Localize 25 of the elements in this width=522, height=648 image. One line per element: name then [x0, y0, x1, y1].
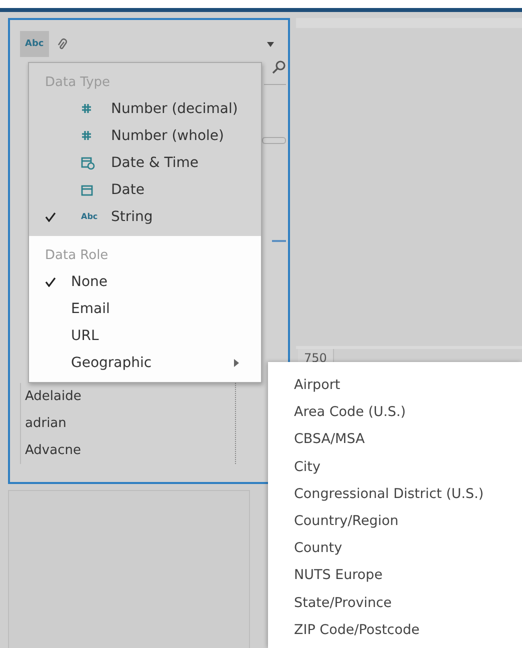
menu-item[interactable]: Area Code (U.S.) [268, 399, 522, 426]
menu-item[interactable]: City [268, 454, 522, 481]
menu-heading: Data Role [44, 247, 110, 265]
menu-item[interactable]: ZIP Code/Postcode [268, 616, 522, 644]
menu-item[interactable]: URL [29, 322, 261, 349]
menu-item[interactable]: NUTS Europe [268, 562, 522, 590]
value-item[interactable]: adrian [21, 410, 235, 437]
text-type-icon: Abc [81, 212, 98, 221]
value-item[interactable]: Advacne [21, 437, 235, 464]
menu-item[interactable]: Country/Region [268, 508, 522, 536]
menu-item[interactable]: Number (decimal) [29, 95, 261, 122]
menu-item[interactable]: Date & Time [29, 149, 261, 176]
menu-item[interactable]: Number (whole) [29, 122, 261, 149]
menu-item[interactable]: Abc String [29, 203, 261, 230]
menu-item[interactable]: County [268, 535, 522, 562]
menu-item[interactable]: Geographic [29, 349, 261, 376]
menu-item[interactable]: CBSA/MSA [268, 426, 522, 454]
value-item[interactable]: Adelaide [21, 383, 235, 410]
menu-item[interactable]: Email [29, 295, 261, 322]
menu-item[interactable]: None [29, 268, 261, 295]
menu-heading: Data Type [44, 74, 112, 92]
menu-item[interactable]: Date [29, 176, 261, 203]
menu-item[interactable]: State/Province [268, 590, 522, 617]
menu-item[interactable]: Airport [268, 372, 522, 400]
menu-item[interactable]: Congressional District (U.S.) [268, 480, 522, 508]
